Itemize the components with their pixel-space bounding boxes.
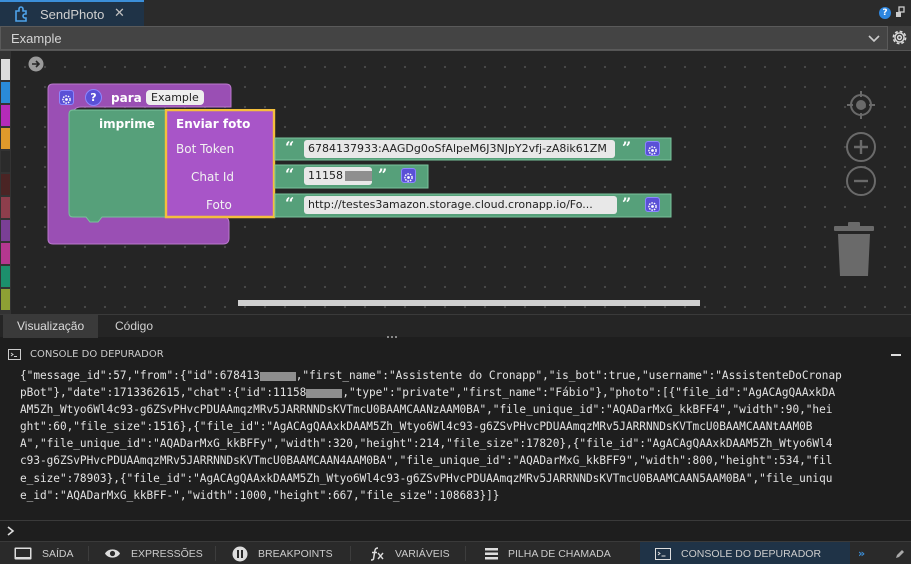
view-tabs: Visualização Código <box>0 314 911 338</box>
tab-pilha-de-chamada[interactable]: PILHA DE CHAMADA <box>485 542 611 564</box>
console-line: AM5Zh_Wtyo6Wl4c93-g6ZSvPHvcPDUAAmqzMRv5J… <box>20 403 833 417</box>
chat-id-value: 11158 <box>308 169 343 182</box>
close-quote-icon: ” <box>622 138 632 157</box>
redaction-bar <box>259 371 296 381</box>
gear-icon[interactable] <box>890 28 909 47</box>
function-select[interactable]: Example <box>0 26 888 50</box>
tab-codigo[interactable]: Código <box>101 315 167 338</box>
settings-icon[interactable] <box>645 197 660 212</box>
toolbar-divider <box>88 546 89 561</box>
tab-title: SendPhoto <box>40 6 105 22</box>
tab-variaveis[interactable]: VARIÁVEIS <box>369 542 450 564</box>
console-line: e_size":78903},{"file_id":"AgACAgQAAxkDA… <box>20 471 833 485</box>
palette-swatch[interactable] <box>1 197 10 218</box>
palette-swatch[interactable] <box>1 243 10 264</box>
block-category-palette <box>0 51 11 314</box>
redaction-bar <box>306 388 343 398</box>
close-quote-icon: ” <box>622 194 632 213</box>
toolbar-divider <box>465 546 466 561</box>
console-line: c93-g6ZSvPHvcPDUAAmqzMRv5JARRNNDsKVTmcU0… <box>20 454 833 468</box>
procedure-keyword: para <box>111 91 142 105</box>
palette-swatch[interactable] <box>1 105 10 126</box>
console-line: ght":60,"file_size":1516},{"file_id":"Ag… <box>20 420 813 434</box>
toolbar-divider <box>350 546 351 561</box>
palette-swatch[interactable] <box>1 220 10 241</box>
chat-id-label: Chat Id <box>191 170 235 184</box>
settings-icon[interactable] <box>59 90 74 105</box>
settings-icon[interactable] <box>401 168 416 183</box>
function-selector-bar: Example <box>0 26 911 51</box>
help-circle-icon[interactable]: ? <box>85 89 102 106</box>
console-line: {"message_id":57,"from":{"id":678413 ,"fi… <box>20 369 842 382</box>
output-icon <box>14 547 32 560</box>
console-header: CONSOLE DO DEPURADOR <box>0 345 911 365</box>
debug-toolbar: SAÍDA EXPRESSÕES BREAKPOINTS VARIÁVEIS P… <box>0 541 911 564</box>
palette-swatch[interactable] <box>1 128 10 149</box>
pause-icon <box>232 546 248 561</box>
console-title: CONSOLE DO DEPURADOR <box>30 349 164 360</box>
zoom-out-icon[interactable] <box>845 165 877 197</box>
puzzle-icon <box>15 6 27 22</box>
tab-expressoes[interactable]: EXPRESSÕES <box>104 542 203 564</box>
palette-swatch[interactable] <box>1 151 10 172</box>
list-icon <box>485 547 498 559</box>
open-quote-icon: “ <box>285 194 295 213</box>
function-select-value: Example <box>11 31 62 46</box>
arrow-right-icon[interactable] <box>28 56 44 72</box>
console-line: pBot"},"date":1713362615,"chat":{"id":11… <box>20 386 836 400</box>
photo-url-value[interactable]: http://testes3amazon.storage.cloud.crona… <box>304 196 617 214</box>
chevron-down-icon <box>868 35 880 43</box>
chat-id-field[interactable]: 11158 <box>304 167 372 185</box>
palette-swatch[interactable] <box>1 82 10 103</box>
photo-label: Foto <box>206 198 232 212</box>
more-chevrons-icon[interactable]: » <box>858 547 865 560</box>
function-icon <box>370 546 384 561</box>
resize-handle-icon[interactable] <box>386 335 398 339</box>
console-line: e_id":"AQADarMxG_kkBFF-","width":1000,"h… <box>20 488 500 502</box>
procedure-name-field[interactable]: Example <box>146 90 204 105</box>
palette-swatch[interactable] <box>1 59 10 80</box>
popout-icon[interactable] <box>895 6 905 18</box>
console-output: {"message_id":57,"from":{"id":678413 ,"fi… <box>20 367 900 504</box>
tab-visualizacao[interactable]: Visualização <box>3 315 99 338</box>
redaction-bar <box>345 171 372 181</box>
palette-swatch[interactable] <box>1 174 10 195</box>
print-block-label: imprime <box>99 117 155 131</box>
close-icon[interactable]: ✕ <box>114 6 125 21</box>
bot-token-label: Bot Token <box>176 142 235 156</box>
trash-icon[interactable] <box>832 222 876 278</box>
console-line: A","file_unique_id":"AQADarMxG_kkBFFy","… <box>20 437 833 451</box>
close-quote-icon: ” <box>378 165 388 184</box>
palette-swatch[interactable] <box>1 266 10 287</box>
zoom-in-icon[interactable] <box>845 131 877 163</box>
minimize-icon[interactable] <box>891 354 901 356</box>
open-quote-icon: “ <box>285 138 295 157</box>
open-quote-icon: “ <box>285 165 295 184</box>
tab-saida[interactable]: SAÍDA <box>14 542 74 564</box>
palette-swatch[interactable] <box>1 289 10 310</box>
tab-breakpoints[interactable]: BREAKPOINTS <box>232 542 333 564</box>
terminal-icon <box>655 547 671 560</box>
bot-token-value[interactable]: 6784137933:AAGDg0oSfAlpeM6J3NJpY2vfj-zA8… <box>304 140 615 158</box>
editor-tabbar: SendPhoto ✕ ? <box>0 0 911 26</box>
eye-icon <box>105 549 120 558</box>
send-photo-block-label: Enviar foto <box>176 117 251 131</box>
horizontal-scrollbar[interactable] <box>238 300 700 306</box>
console-input[interactable] <box>0 520 911 540</box>
help-icon[interactable]: ? <box>879 7 891 19</box>
toolbar-divider <box>215 546 216 561</box>
chevron-right-icon <box>7 526 15 536</box>
tab-sendphoto[interactable]: SendPhoto ✕ <box>0 0 144 26</box>
edit-icon[interactable] <box>895 549 905 559</box>
terminal-icon <box>8 349 21 360</box>
tab-console-do-depurador[interactable]: CONSOLE DO DEPURADOR <box>640 542 850 564</box>
recenter-icon[interactable] <box>845 89 877 121</box>
settings-icon[interactable] <box>645 141 660 156</box>
